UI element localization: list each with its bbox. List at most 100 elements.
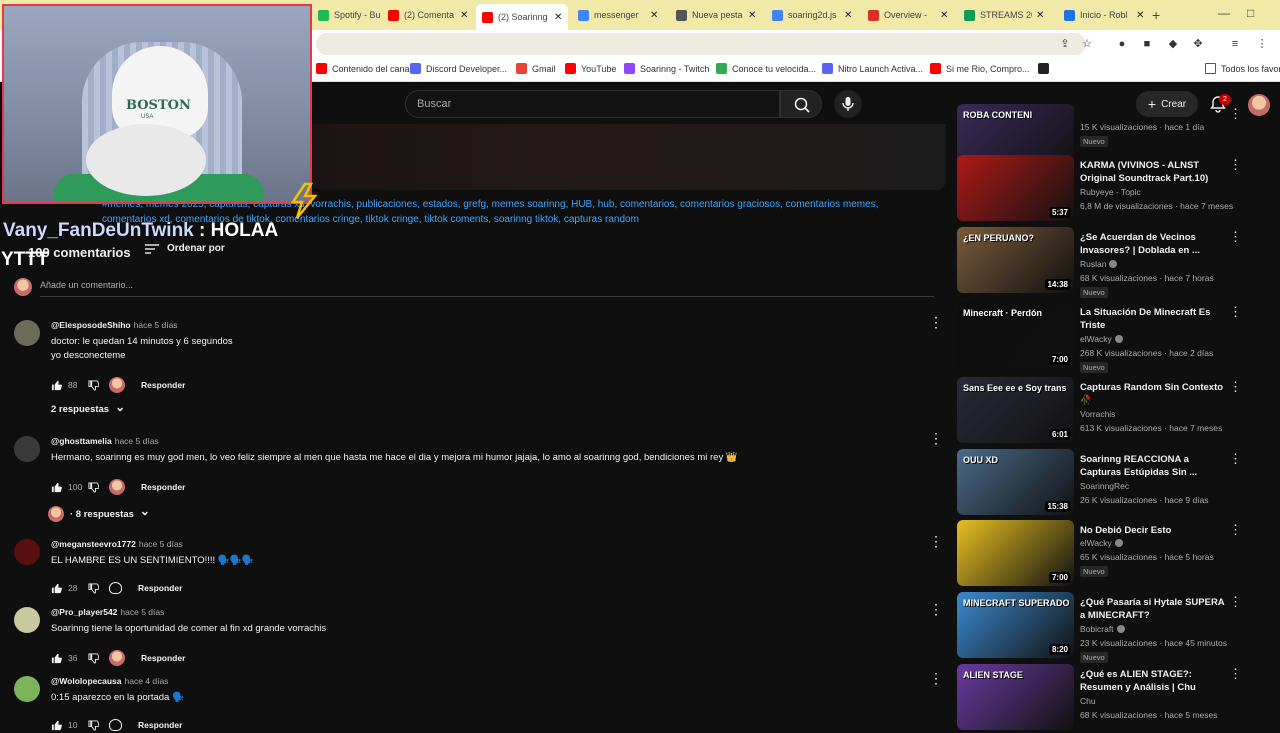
video-title[interactable]: No Debió Decir Esto: [1080, 524, 1230, 537]
video-menu-icon[interactable]: ⋮: [1229, 229, 1242, 245]
add-comment-box[interactable]: Añade un comentario...: [14, 278, 934, 298]
video-thumbnail[interactable]: ¿EN PERUANO? 14:38: [957, 227, 1074, 293]
bookmark-item[interactable]: Si me Rio, Compro...: [930, 63, 1030, 74]
recommended-video[interactable]: Sans Eee ee e Soy trans 6:01 Capturas Rand…: [957, 377, 1267, 443]
browser-tab[interactable]: Nueva pesta ✕: [670, 4, 762, 26]
reply-button[interactable]: Responder: [138, 720, 182, 730]
dislike-icon[interactable]: [88, 582, 100, 594]
dislike-icon[interactable]: [88, 719, 100, 731]
video-thumbnail[interactable]: ALIEN STAGE: [957, 664, 1074, 730]
extension-icon-2[interactable]: ■: [1140, 37, 1154, 51]
reading-list-icon[interactable]: ≡: [1228, 37, 1242, 51]
omnibox[interactable]: [316, 33, 1086, 55]
video-player[interactable]: [312, 124, 946, 190]
recommended-video[interactable]: MINECRAFT SUPERADO 8:20 ¿Qué Pasaría si Hy…: [957, 592, 1267, 663]
browser-tab[interactable]: messenger ✕: [572, 4, 664, 26]
recommended-video[interactable]: ALIEN STAGE ¿Qué es ALIEN STAGE?: Resumen…: [957, 664, 1267, 730]
recommended-video[interactable]: 7:00 No Debió Decir Esto elWacky 65 K visua…: [957, 520, 1267, 586]
heart-icon[interactable]: [109, 582, 122, 594]
video-thumbnail[interactable]: 5:37: [957, 155, 1074, 221]
recommended-video[interactable]: Minecraft · Perdón 7:00 La Situación De Mi…: [957, 302, 1267, 373]
comment-author[interactable]: @ElesposodeShiho: [51, 320, 131, 330]
browser-tab[interactable]: soaring2d.js ✕: [766, 4, 858, 26]
comment-time[interactable]: hace 4 días: [124, 676, 168, 686]
view-replies-button[interactable]: 2 respuestas ⌄: [51, 400, 125, 416]
comment-time[interactable]: hace 5 días: [139, 539, 183, 549]
video-thumbnail[interactable]: 7:00: [957, 520, 1074, 586]
video-title[interactable]: Soarinng REACCIONA a Capturas Estúpidas …: [1080, 453, 1230, 479]
extension-icon-1[interactable]: ●: [1115, 37, 1129, 51]
channel-name[interactable]: Chu: [1080, 696, 1096, 706]
video-menu-icon[interactable]: ⋮: [1229, 451, 1242, 467]
comment-author[interactable]: @Pro_player542: [51, 607, 117, 617]
channel-name[interactable]: SoarinngRec: [1080, 481, 1129, 491]
bookmark-star-icon[interactable]: ☆: [1080, 37, 1094, 51]
like-icon[interactable]: [51, 482, 62, 493]
commenter-avatar[interactable]: [14, 607, 40, 633]
comment-menu-icon[interactable]: ⋮: [929, 601, 943, 618]
video-title[interactable]: ¿Se Acuerdan de Vecinos Invasores? | Dob…: [1080, 231, 1230, 257]
bookmark-item[interactable]: Conoce tu velocida...: [716, 63, 816, 74]
extension-icon-3[interactable]: ◆: [1166, 37, 1180, 51]
video-menu-icon[interactable]: ⋮: [1229, 666, 1242, 682]
voice-search-button[interactable]: [834, 90, 862, 118]
comment-time[interactable]: hace 5 días: [134, 320, 178, 330]
channel-name[interactable]: Vorrachis: [1080, 409, 1115, 419]
browser-tab[interactable]: Inicio - Robl ✕: [1058, 4, 1150, 26]
comment-menu-icon[interactable]: ⋮: [929, 314, 943, 331]
video-title[interactable]: KARMA (VIVINOS - ALNST Original Soundtra…: [1080, 159, 1230, 185]
channel-name[interactable]: elWacky: [1080, 538, 1123, 548]
video-title[interactable]: Capturas Random Sin Contexto 🥀: [1080, 381, 1230, 407]
video-menu-icon[interactable]: ⋮: [1229, 106, 1242, 122]
video-menu-icon[interactable]: ⋮: [1229, 594, 1242, 610]
video-title[interactable]: ¿Qué es ALIEN STAGE?: Resumen y Análisis…: [1080, 668, 1230, 694]
comment-author[interactable]: @megansteevro1772: [51, 539, 136, 549]
close-icon[interactable]: ✕: [554, 12, 562, 23]
sort-comments-button[interactable]: Ordenar por: [145, 243, 225, 254]
bookmark-item[interactable]: Gmail: [516, 63, 556, 74]
commenter-avatar[interactable]: [14, 320, 40, 346]
channel-name[interactable]: Bobicraft: [1080, 624, 1125, 634]
close-icon[interactable]: ✕: [460, 10, 468, 21]
video-thumbnail[interactable]: MINECRAFT SUPERADO 8:20: [957, 592, 1074, 658]
video-menu-icon[interactable]: ⋮: [1229, 304, 1242, 320]
comment-author[interactable]: @Wololopecausa: [51, 676, 121, 686]
maximize-icon[interactable]: □: [1247, 6, 1254, 20]
video-thumbnail[interactable]: Minecraft · Perdón 7:00: [957, 302, 1074, 368]
browser-tab[interactable]: STREAMS 20 ✕: [958, 4, 1050, 26]
new-tab-button[interactable]: +: [1152, 7, 1160, 23]
close-icon[interactable]: ✕: [650, 10, 658, 21]
close-icon[interactable]: ✕: [940, 10, 948, 21]
video-menu-icon[interactable]: ⋮: [1229, 157, 1242, 173]
comment-menu-icon[interactable]: ⋮: [929, 670, 943, 687]
comment-time[interactable]: hace 5 días: [115, 436, 159, 446]
recommended-video[interactable]: 5:37 KARMA (VIVINOS - ALNST Original Soun…: [957, 155, 1267, 221]
channel-name[interactable]: Rubyeye - Topic: [1080, 187, 1141, 197]
like-icon[interactable]: [51, 720, 62, 731]
video-title[interactable]: La Situación De Minecraft Es Triste: [1080, 306, 1230, 332]
install-icon[interactable]: ⇪: [1058, 37, 1072, 51]
commenter-avatar[interactable]: [14, 436, 40, 462]
video-thumbnail[interactable]: Sans Eee ee e Soy trans 6:01: [957, 377, 1074, 443]
close-icon[interactable]: ✕: [844, 10, 852, 21]
reply-button[interactable]: Responder: [141, 482, 185, 492]
dislike-icon[interactable]: [88, 481, 100, 493]
bookmark-item[interactable]: YouTube: [565, 63, 616, 74]
video-menu-icon[interactable]: ⋮: [1229, 522, 1242, 538]
view-replies-button[interactable]: · 8 respuestas ⌄: [48, 504, 150, 522]
bookmark-item[interactable]: [1038, 63, 1054, 74]
video-thumbnail[interactable]: OUU XD 15:38: [957, 449, 1074, 515]
recommended-video[interactable]: OUU XD 15:38 Soarinng REACCIONA a Capturas…: [957, 449, 1267, 515]
comment-time[interactable]: hace 5 días: [120, 607, 164, 617]
bookmark-item[interactable]: Discord Developer...: [410, 63, 507, 74]
commenter-avatar[interactable]: [14, 676, 40, 702]
like-icon[interactable]: [51, 653, 62, 664]
channel-name[interactable]: elWacky: [1080, 334, 1123, 344]
recommended-video[interactable]: ¿EN PERUANO? 14:38 ¿Se Acuerdan de Vecinos…: [957, 227, 1267, 298]
dislike-icon[interactable]: [88, 379, 100, 391]
reply-button[interactable]: Responder: [141, 653, 185, 663]
commenter-avatar[interactable]: [14, 539, 40, 565]
reply-button[interactable]: Responder: [138, 583, 182, 593]
add-comment-placeholder[interactable]: Añade un comentario...: [40, 280, 133, 290]
video-menu-icon[interactable]: ⋮: [1229, 379, 1242, 395]
